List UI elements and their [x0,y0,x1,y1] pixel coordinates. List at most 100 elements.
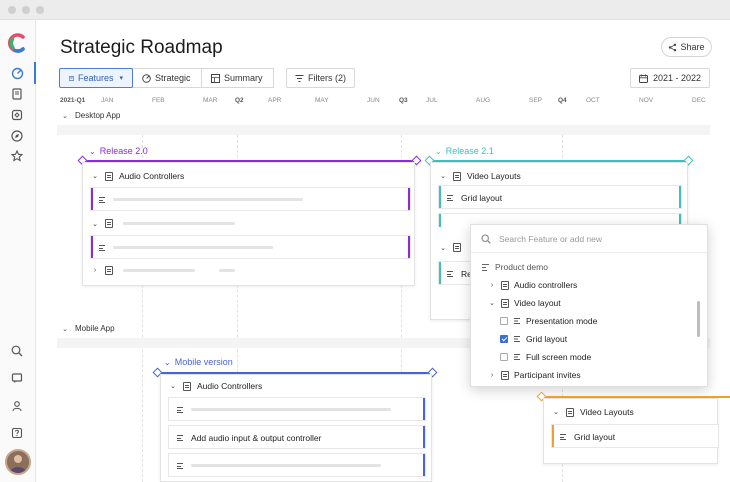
tree-item-full-screen-mode[interactable]: Full screen mode [500,352,591,362]
tree-item-presentation-mode[interactable]: Presentation mode [500,316,597,326]
mobile-audio-controllers-card: ⌄ Audio Controllers Add audio input & ou… [160,374,432,482]
feature-search-input[interactable]: Search Feature or add new [471,225,707,253]
timeline-header: 2021-Q1 JAN FEB MAR Q2 APR MAY JUN Q3 JU… [37,94,730,108]
timeline-label: MAY [315,97,329,104]
feature-icon [514,336,520,342]
tree-item-label: Grid layout [526,334,568,344]
row-accent-bar [423,454,425,476]
help-icon[interactable] [9,425,25,441]
chevron-right-icon: › [490,371,494,379]
card-header[interactable]: ⌄ Video Layouts [552,407,634,417]
card-header[interactable]: ⌄ Audio Controllers [91,171,184,181]
placeholder-text [219,269,235,272]
timeline-label: Q4 [558,97,567,104]
timeline-label: JUN [367,97,380,104]
timeline-label: DEC [692,97,706,104]
row-accent-bar [91,236,93,258]
window-maximize-dot[interactable] [36,6,44,14]
row-accent-bar [679,186,681,208]
feature-row[interactable]: Add audio input & output controller [168,425,426,449]
roadmap-icon[interactable] [9,65,25,81]
section-desktop-app[interactable]: ⌄ Desktop App [61,111,120,120]
mobile-version-label[interactable]: ⌄ Mobile version [164,357,233,367]
checkbox[interactable] [500,353,508,361]
sidebar-active-indicator [34,62,36,84]
feature-icon [99,197,105,203]
release-2-0-label[interactable]: ⌄ Release 2.0 [89,146,148,156]
feature-row[interactable] [90,235,411,259]
filters-button[interactable]: Filters (2) [286,68,355,88]
audio-controllers-card: ⌄ Audio Controllers ⌄ › [82,162,415,286]
checkbox[interactable] [500,317,508,325]
tab-summary[interactable]: Summary [201,68,274,88]
tree-item-label: Presentation mode [526,316,598,326]
section-mobile-label: Mobile App [75,324,115,333]
tree-item-participant-invites[interactable]: › Participant invites [488,370,581,380]
chevron-down-icon: ⌄ [440,244,446,252]
timeline-label: APR [268,97,282,104]
tree-product[interactable]: Product demo [481,262,548,272]
user-avatar[interactable] [5,449,31,475]
tree-item-audio-controllers[interactable]: › Audio controllers [488,280,577,290]
chevron-down-icon: ⌄ [89,146,96,156]
placeholder-text [123,269,195,272]
app-logo-icon[interactable] [7,32,29,54]
subgroup-header[interactable]: › [91,266,235,275]
tree-item-label: Participant invites [514,370,581,380]
window-close-dot[interactable] [8,6,16,14]
card-header[interactable]: ⌄ Audio Controllers [169,381,262,391]
filter-icon [295,74,304,82]
feature-row[interactable]: Grid layout [551,424,719,448]
card-header[interactable]: ⌄ Video Layouts [439,171,521,181]
row-accent-bar [423,398,425,420]
integrations-icon[interactable] [9,107,25,123]
row-accent-bar [423,426,425,448]
timeline-label: Q3 [399,97,408,104]
section-desktop-label: Desktop App [75,111,121,120]
tree-item-label: Full screen mode [526,352,592,362]
add-user-icon[interactable] [9,398,25,414]
feature-icon [560,434,566,440]
card-title: Audio Controllers [119,171,185,181]
tree-item-video-layout[interactable]: ⌄ Video layout [488,298,561,308]
search-icon[interactable] [9,343,25,359]
product-icon [482,263,489,271]
card-title: Video Layouts [467,171,521,181]
feature-icon [177,407,183,413]
compass-icon[interactable] [9,128,25,144]
feature-row[interactable] [168,453,426,477]
tab-features[interactable]: Features ▾ [59,68,133,88]
subgroup-header[interactable]: ⌄ [91,219,235,228]
feature-icon [447,195,453,201]
chevron-down-icon: ⌄ [435,146,442,156]
tab-strategic[interactable]: Strategic [132,68,202,88]
feature-group-icon [105,219,113,228]
release-2-1-label[interactable]: ⌄ Release 2.1 [435,146,494,156]
share-button[interactable]: Share [661,37,712,57]
date-range-button[interactable]: 2021 - 2022 [630,68,710,88]
filters-label: Filters (2) [308,73,346,83]
notes-icon[interactable] [9,86,25,102]
chevron-right-icon: › [93,267,97,274]
feature-row[interactable] [90,187,411,211]
feature-row[interactable]: Grid layout [438,185,682,209]
feature-row[interactable] [168,397,426,421]
strategic-icon [142,73,151,83]
chevron-down-icon: ⌄ [440,173,446,180]
feature-icon [177,463,183,469]
subgroup-header[interactable]: ⌄ [439,243,461,252]
chevron-down-icon: ⌄ [62,325,68,333]
star-icon[interactable] [9,148,25,164]
feature-group-icon [453,171,461,181]
checkbox-checked[interactable] [500,335,508,343]
tree-item-grid-layout[interactable]: Grid layout [500,334,567,344]
features-icon [69,75,74,81]
section-mobile-app[interactable]: ⌄ Mobile App [61,324,115,333]
feature-icon [177,435,183,441]
messages-icon[interactable] [9,370,25,386]
popup-scrollbar[interactable] [697,301,700,337]
feature-title: Add audio input & output controller [191,433,322,443]
tree-item-label: Video layout [514,298,561,308]
feature-title: Grid layout [461,193,503,203]
window-minimize-dot[interactable] [22,6,30,14]
